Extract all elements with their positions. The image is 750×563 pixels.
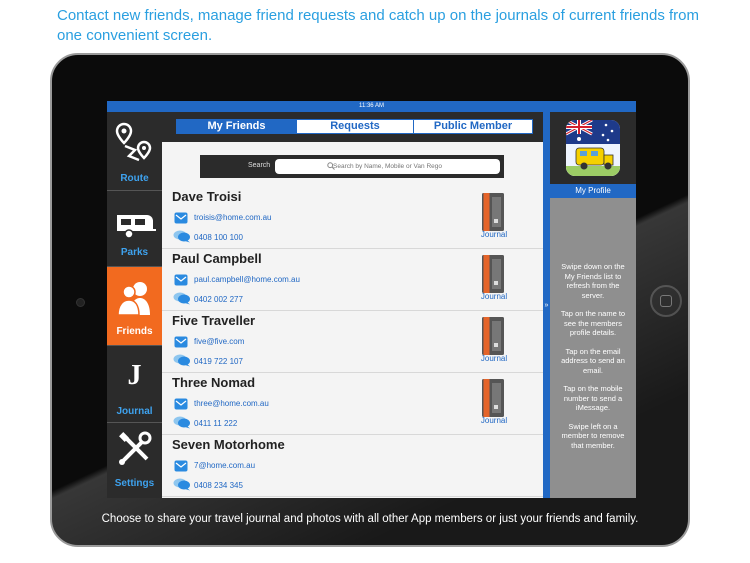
- app-screen: 11:36 AM Route Parks Friends J Journal S…: [107, 101, 636, 498]
- friends-panel: My Friends Requests Public Member Search…: [162, 112, 543, 498]
- email-icon[interactable]: [174, 335, 188, 353]
- tip-remove: Swipe left on a member to remove that me…: [561, 421, 625, 450]
- search-bar: Search: [200, 155, 504, 178]
- nav-label-journal: Journal: [116, 406, 153, 417]
- nav-item-route[interactable]: Route: [107, 112, 162, 191]
- message-icon[interactable]: [173, 415, 191, 434]
- journal-link[interactable]: Journal: [474, 230, 514, 239]
- friend-email[interactable]: troisis@home.com.au: [194, 213, 271, 222]
- nav-label-settings: Settings: [114, 478, 155, 489]
- caravan-icon: [117, 215, 156, 239]
- nav-label-parks: Parks: [120, 247, 149, 258]
- friend-phone[interactable]: 0408 100 100: [194, 233, 243, 242]
- friend-row[interactable]: Seven Motorhome 7@home.com.au 0408 234 345: [162, 435, 543, 497]
- tab-public-member[interactable]: Public Member: [413, 119, 533, 134]
- message-icon[interactable]: [173, 477, 191, 496]
- tools-icon: [119, 431, 152, 465]
- friend-name[interactable]: Three Nomad: [172, 375, 255, 390]
- friend-row[interactable]: Dave Troisi troisis@home.com.au 0408 100 1…: [162, 187, 543, 249]
- nav-item-parks[interactable]: Parks: [107, 191, 162, 267]
- email-icon[interactable]: [174, 211, 188, 229]
- email-icon[interactable]: [174, 459, 188, 477]
- panel-divider[interactable]: »: [543, 112, 550, 498]
- nav-item-settings[interactable]: Settings: [107, 423, 162, 498]
- nav-label-friends: Friends: [116, 326, 153, 337]
- friend-row[interactable]: Five Traveller five@five.com 0419 722 107 J…: [162, 311, 543, 373]
- message-icon[interactable]: [173, 291, 191, 310]
- journal-link[interactable]: Journal: [474, 354, 514, 363]
- friend-row[interactable]: Three Nomad three@home.com.au 0411 11 222 J…: [162, 373, 543, 435]
- friend-email[interactable]: 7@home.com.au: [194, 461, 255, 470]
- friend-row[interactable]: Paul Campbell paul.campbell@home.com.au 04…: [162, 249, 543, 311]
- journal-letter-icon: J: [127, 360, 142, 391]
- journal-link[interactable]: Journal: [474, 292, 514, 301]
- nav-label-route: Route: [120, 173, 149, 184]
- expand-chevron-icon: »: [544, 302, 549, 309]
- my-profile-button[interactable]: My Profile: [550, 184, 636, 198]
- tip-name: Tap on the name to see the members profi…: [560, 309, 626, 337]
- help-tips: Swipe down on the My Friends list to ref…: [556, 262, 630, 459]
- friend-phone[interactable]: 0419 722 107: [194, 357, 243, 366]
- friend-email[interactable]: three@home.com.au: [194, 399, 269, 408]
- friend-name[interactable]: Paul Campbell: [172, 251, 262, 266]
- left-nav: Route Parks Friends J Journal Settings: [107, 112, 162, 498]
- camera-icon: [76, 298, 85, 307]
- friend-name[interactable]: Five Traveller: [172, 313, 255, 328]
- tip-email: Tap on the email address to send an emai…: [561, 346, 625, 375]
- search-label: Search: [248, 162, 271, 169]
- route-icon: [115, 122, 152, 162]
- status-bar: 11:36 AM: [107, 101, 636, 112]
- friend-name[interactable]: Dave Troisi: [172, 189, 241, 204]
- journal-link[interactable]: Journal: [474, 416, 514, 425]
- friends-icon: [117, 282, 150, 316]
- tab-requests[interactable]: Requests: [296, 119, 414, 134]
- friend-phone[interactable]: 0408 234 345: [194, 481, 243, 490]
- friend-phone[interactable]: 0402 002 277: [194, 295, 243, 304]
- australia-flag-caravan-icon[interactable]: [566, 120, 620, 176]
- email-icon[interactable]: [174, 273, 188, 291]
- tab-my-friends[interactable]: My Friends: [176, 119, 297, 134]
- nav-item-journal[interactable]: J Journal: [107, 346, 162, 423]
- promo-caption: Choose to share your travel journal and …: [101, 513, 639, 525]
- search-icon: [327, 162, 335, 170]
- profile-panel: My Profile Swipe down on the My Friends …: [550, 112, 636, 498]
- email-icon[interactable]: [174, 397, 188, 415]
- message-icon[interactable]: [173, 229, 191, 248]
- friend-email[interactable]: paul.campbell@home.com.au: [194, 275, 300, 284]
- friend-email[interactable]: five@five.com: [194, 337, 244, 346]
- friend-name[interactable]: Seven Motorhome: [172, 437, 285, 452]
- home-button[interactable]: [650, 285, 682, 317]
- tip-refresh: Swipe down on the My Friends list to ref…: [561, 262, 625, 300]
- nav-item-friends[interactable]: Friends: [107, 267, 162, 346]
- search-input[interactable]: [275, 159, 500, 174]
- promo-headline: Contact new friends, manage friend reque…: [57, 7, 700, 44]
- friend-phone[interactable]: 0411 11 222: [194, 419, 237, 428]
- tab-bar: My Friends Requests Public Member: [162, 112, 543, 142]
- tip-mobile: Tap on the mobile number to send a iMess…: [563, 384, 623, 412]
- message-icon[interactable]: [173, 353, 191, 372]
